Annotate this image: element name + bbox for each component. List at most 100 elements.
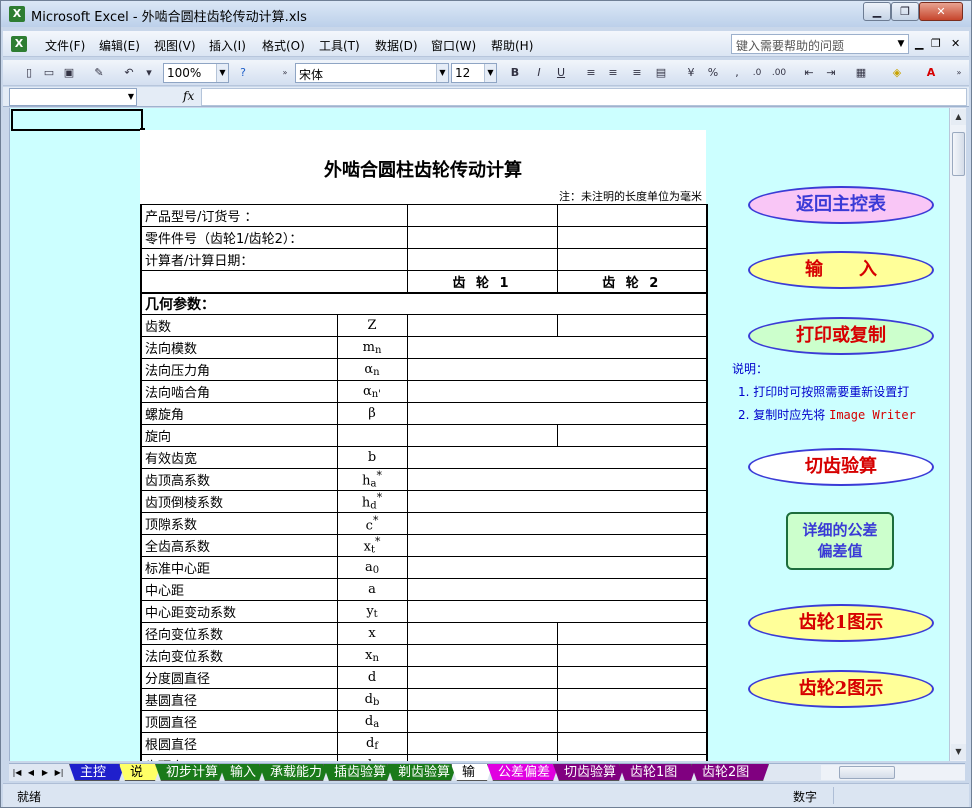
sheet-tab[interactable]: 齿轮2图示 xyxy=(691,764,769,781)
vertical-scroll-thumb[interactable] xyxy=(952,132,965,176)
underline-icon[interactable]: U xyxy=(553,65,569,81)
tolerance-button[interactable]: 详细的公差 偏差值 xyxy=(786,512,894,570)
shared-value-cell[interactable] xyxy=(406,446,709,469)
font-color-icon[interactable]: A xyxy=(923,65,939,81)
shared-value-cell[interactable] xyxy=(406,380,709,403)
chevron-down-icon[interactable]: ▼ xyxy=(484,64,496,82)
gear1-value-cell[interactable] xyxy=(406,622,558,645)
maximize-button[interactable]: ❐ xyxy=(891,2,919,21)
doc-close-icon[interactable]: ✕ xyxy=(951,37,960,50)
prev-sheet-icon[interactable]: ◀ xyxy=(25,765,37,780)
shared-value-cell[interactable] xyxy=(406,556,709,579)
gear1-cell[interactable] xyxy=(406,204,558,227)
cut-check-button[interactable]: 切齿验算 xyxy=(748,448,934,486)
name-box[interactable]: ▼ xyxy=(9,88,137,106)
zoom-select[interactable]: 100% ▼ xyxy=(163,63,229,83)
sheet-tab[interactable]: 承载能力 xyxy=(259,764,329,781)
open-icon[interactable]: ▭ xyxy=(41,65,57,81)
vertical-scrollbar[interactable]: ▲ ▼ xyxy=(949,108,966,761)
gear2-value-cell[interactable] xyxy=(556,732,709,755)
menu-window[interactable]: 窗口(W) xyxy=(431,37,476,54)
fill-color-icon[interactable]: ◈ xyxy=(889,65,905,81)
next-sheet-icon[interactable]: ▶ xyxy=(39,765,51,780)
shared-value-cell[interactable] xyxy=(406,512,709,535)
last-sheet-icon[interactable]: ▶| xyxy=(53,765,65,780)
decrease-decimal-icon[interactable]: .00 xyxy=(771,65,787,81)
gear2-value-cell[interactable] xyxy=(556,754,709,761)
print-copy-button[interactable]: 打印或复制 xyxy=(748,317,934,355)
sheet-tab[interactable]: 切齿验算 xyxy=(553,764,625,781)
sheet-tab[interactable]: 说明 xyxy=(119,764,161,781)
scroll-up-icon[interactable]: ▲ xyxy=(951,109,966,125)
undo-icon[interactable]: ↶ xyxy=(121,65,137,81)
italic-icon[interactable]: I xyxy=(531,65,547,81)
gear2-value-cell[interactable] xyxy=(556,710,709,733)
return-main-button[interactable]: 返回主控表 xyxy=(748,186,934,224)
increase-indent-icon[interactable]: ⇥ xyxy=(823,65,839,81)
borders-icon[interactable]: ▦ xyxy=(853,65,869,81)
shared-value-cell[interactable] xyxy=(406,358,709,381)
save-icon[interactable]: ▣ xyxy=(61,65,77,81)
sheet-tab[interactable]: 剃齿验算 xyxy=(387,764,457,781)
minimize-button[interactable]: ▁ xyxy=(863,2,891,21)
menu-data[interactable]: 数据(D) xyxy=(375,37,418,54)
formula-input[interactable] xyxy=(201,88,967,106)
fx-icon[interactable]: fx xyxy=(183,89,194,103)
chevron-down-icon[interactable]: ▼ xyxy=(216,64,228,82)
font-size-select[interactable]: 12 ▼ xyxy=(451,63,497,83)
excel-app-icon[interactable]: X xyxy=(9,6,25,22)
menu-edit[interactable]: 编辑(E) xyxy=(99,37,140,54)
sheet-tab[interactable]: 公差偏差 xyxy=(487,764,559,781)
sheet-tab[interactable]: 输出 xyxy=(451,764,493,781)
menu-file[interactable]: 文件(F) xyxy=(45,37,85,54)
align-left-icon[interactable]: ≡ xyxy=(583,65,599,81)
gear1-value-cell[interactable] xyxy=(406,424,558,447)
shared-value-cell[interactable] xyxy=(406,578,709,601)
worksheet[interactable]: 外啮合圆柱齿轮传动计算 注：未注明的长度单位为毫米 产品型号/订货号 ：零件件号… xyxy=(9,108,949,761)
scroll-down-icon[interactable]: ▼ xyxy=(951,744,966,760)
gear2-cell[interactable] xyxy=(556,226,709,249)
gear2-value-cell[interactable] xyxy=(556,666,709,689)
menu-view[interactable]: 视图(V) xyxy=(154,37,196,54)
bold-icon[interactable]: B xyxy=(507,65,523,81)
toolbar-overflow-icon[interactable]: » xyxy=(951,65,967,81)
gear1-value-cell[interactable] xyxy=(406,644,558,667)
horizontal-scroll-thumb[interactable] xyxy=(839,766,895,779)
shared-value-cell[interactable] xyxy=(406,468,709,491)
gear1-value-cell[interactable] xyxy=(406,666,558,689)
close-button[interactable]: ✕ xyxy=(919,2,963,21)
input-button[interactable]: 输 入 xyxy=(748,251,934,289)
gear2-value-cell[interactable] xyxy=(556,688,709,711)
gear2-diagram-button[interactable]: 齿轮2图示 xyxy=(748,670,934,708)
shared-value-cell[interactable] xyxy=(406,490,709,513)
new-icon[interactable]: ▯ xyxy=(21,65,37,81)
menu-help[interactable]: 帮助(H) xyxy=(491,37,533,54)
chevron-down-icon[interactable]: ▼ xyxy=(436,64,448,82)
align-right-icon[interactable]: ≡ xyxy=(629,65,645,81)
doc-restore-icon[interactable]: ❐ xyxy=(931,37,941,50)
workbook-icon[interactable]: X xyxy=(11,36,27,52)
menu-format[interactable]: 格式(O) xyxy=(262,37,305,54)
sheet-tab[interactable]: 主控表 xyxy=(69,764,125,781)
shared-value-cell[interactable] xyxy=(406,534,709,557)
align-center-icon[interactable]: ≡ xyxy=(605,65,621,81)
gear1-cell[interactable] xyxy=(406,248,558,271)
horizontal-scrollbar[interactable] xyxy=(821,765,965,780)
increase-decimal-icon[interactable]: .0 xyxy=(749,65,765,81)
decrease-indent-icon[interactable]: ⇤ xyxy=(801,65,817,81)
sheet-tab[interactable]: 初步计算 xyxy=(155,764,225,781)
selected-cell[interactable] xyxy=(11,109,145,133)
gear1-value-cell[interactable] xyxy=(406,710,558,733)
undo-dropdown-icon[interactable]: ▾ xyxy=(141,65,157,81)
help-icon[interactable]: ? xyxy=(235,65,251,81)
gear1-value-cell[interactable] xyxy=(406,314,558,337)
gear2-value-cell[interactable] xyxy=(556,622,709,645)
gear1-value-cell[interactable] xyxy=(406,688,558,711)
comma-icon[interactable]: , xyxy=(729,65,745,81)
sheet-tab[interactable]: 输入 xyxy=(219,764,265,781)
gear2-value-cell[interactable] xyxy=(556,424,709,447)
gear2-value-cell[interactable] xyxy=(556,644,709,667)
shared-value-cell[interactable] xyxy=(406,600,709,623)
format-painter-icon[interactable]: ✎ xyxy=(91,65,107,81)
gear1-value-cell[interactable] xyxy=(406,754,558,761)
